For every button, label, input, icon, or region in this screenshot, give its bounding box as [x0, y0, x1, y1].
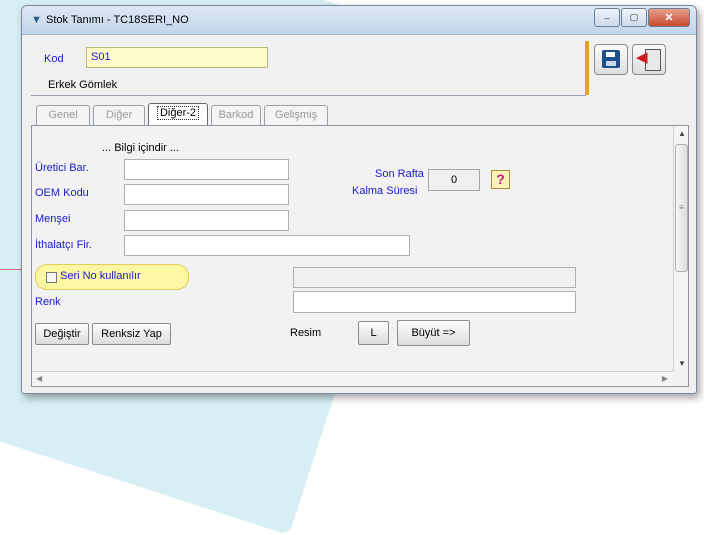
renksiz-yap-button[interactable]: Renksiz Yap [92, 323, 171, 345]
window-title: Stok Tanımı - TC18SERI_NO [46, 14, 189, 26]
stok-tanimi-window: ▼ Stok Tanımı - TC18SERI_NO – ▢ ✕ Kod S0… [21, 5, 697, 394]
oem-kodu-input[interactable] [124, 184, 289, 205]
grip-icon: ≡ [679, 203, 684, 212]
close-button[interactable]: ✕ [648, 8, 690, 27]
tab-genel[interactable]: Genel [36, 105, 90, 125]
ithalatci-label: İthalatçı Fir. [35, 239, 92, 251]
seri-no-checkbox[interactable] [46, 272, 57, 283]
title-bar: ▼ Stok Tanımı - TC18SERI_NO – ▢ ✕ [22, 6, 696, 35]
tab-diger-2[interactable]: Diğer-2 [148, 103, 208, 126]
vertical-scrollbar[interactable]: ▲ ≡ ▼ [673, 126, 688, 371]
tab-diger-2-label: Diğer-2 [156, 106, 200, 120]
window-controls: – ▢ ✕ [593, 8, 690, 27]
scroll-left-icon[interactable]: ◀ [36, 374, 42, 383]
help-button[interactable]: ? [491, 170, 510, 189]
product-name: Erkek Gömlek [48, 79, 118, 91]
scroll-up-icon[interactable]: ▲ [678, 129, 686, 138]
maximize-button[interactable]: ▢ [621, 8, 647, 27]
seri-no-highlight: Seri No kullanılır [35, 264, 189, 290]
accent-bar [585, 41, 589, 95]
ithalatci-input[interactable] [124, 235, 410, 256]
kod-label: Kod [44, 53, 64, 65]
uretici-bar-label: Üretici Bar. [35, 162, 89, 174]
kalma-suresi-label: Kalma Süresi [352, 185, 418, 197]
renk-field[interactable] [293, 291, 576, 313]
app-logo-icon: ▼ [31, 14, 42, 26]
tab-diger[interactable]: Diğer [93, 105, 145, 125]
tab-barkod[interactable]: Barkod [211, 105, 261, 125]
minimize-button[interactable]: – [594, 8, 620, 27]
horizontal-scrollbar[interactable]: ◀ ▶ [32, 371, 674, 386]
degistir-button[interactable]: Değiştir [35, 323, 89, 345]
vertical-scroll-thumb[interactable]: ≡ [675, 144, 688, 272]
oem-kodu-label: OEM Kodu [35, 187, 89, 199]
seri-no-field[interactable] [293, 267, 576, 288]
scroll-down-icon[interactable]: ▼ [678, 359, 686, 368]
info-text: ... Bilgi içindir ... [102, 142, 180, 154]
son-rafta-value: 0 [428, 169, 480, 191]
floppy-disk-icon [602, 50, 620, 68]
renk-label: Renk [35, 296, 61, 308]
uretici-bar-input[interactable] [124, 159, 289, 180]
son-rafta-label: Son Rafta [375, 168, 424, 180]
header-divider [31, 95, 586, 96]
tab-panel-diger-2: ... Bilgi içindir ... Üretici Bar. OEM K… [31, 125, 689, 387]
l-button[interactable]: L [358, 321, 389, 345]
mensei-label: Menşei [35, 213, 71, 225]
seri-no-label: Seri No kullanılır [60, 270, 141, 282]
resim-label: Resim [290, 327, 322, 339]
buyut-button[interactable]: Büyüt => [397, 320, 470, 346]
mensei-input[interactable] [124, 210, 289, 231]
exit-arrow-icon: ◀ [636, 49, 648, 66]
scroll-right-icon[interactable]: ▶ [662, 374, 668, 383]
kod-input[interactable]: S01 [86, 47, 268, 68]
exit-button[interactable]: ◀ [632, 44, 666, 75]
tab-gelismis[interactable]: Gelişmiş [264, 105, 328, 125]
save-button[interactable] [594, 44, 628, 75]
